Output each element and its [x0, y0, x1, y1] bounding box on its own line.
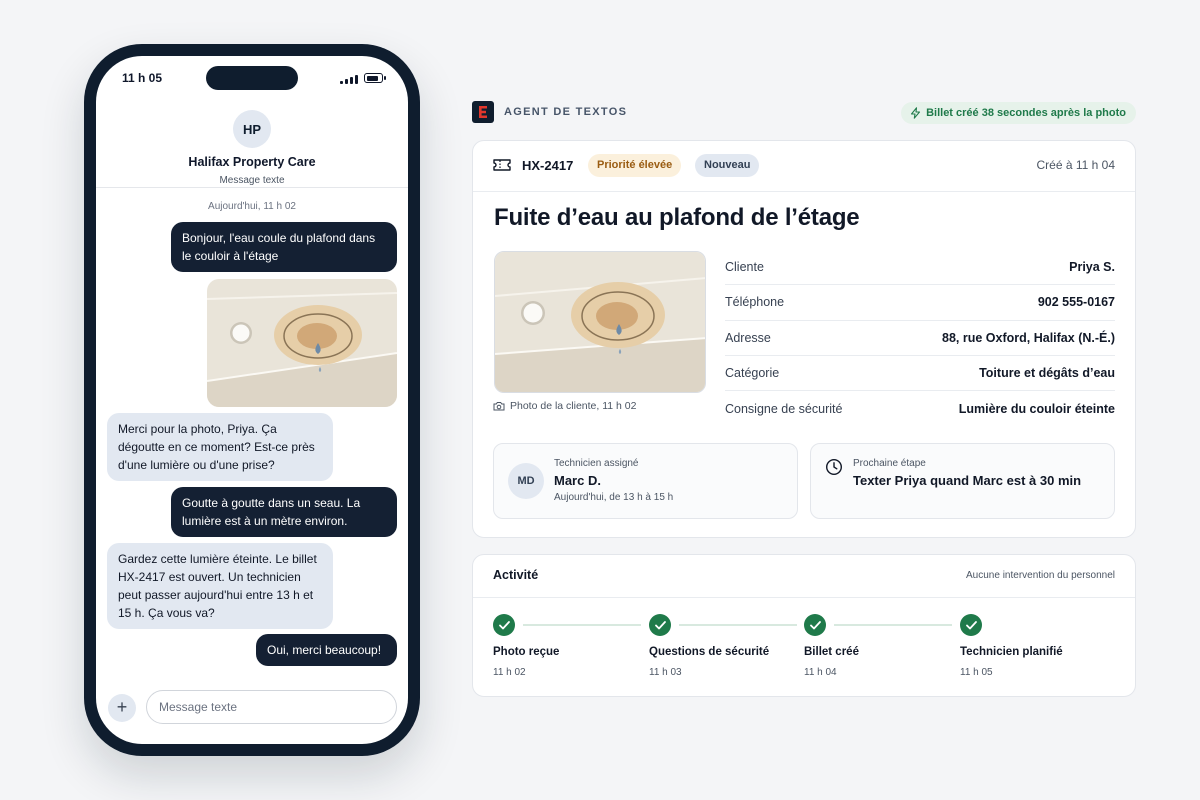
contact-avatar[interactable]: HP	[233, 110, 271, 148]
message-outgoing: Oui, merci beaucoup!	[256, 634, 397, 666]
phone-screen: 11 h 05 HP Halifax Property Care Message…	[96, 56, 408, 744]
check-icon	[804, 614, 826, 636]
ticket-photo[interactable]	[494, 251, 706, 393]
next-step-value: Texter Priya quand Marc est à 30 min	[853, 473, 1082, 488]
technician-card[interactable]: MD Technicien assigné Marc D. Aujourd'hu…	[493, 443, 798, 519]
signal-icon	[340, 74, 358, 84]
contact-subtitle: Message texte	[219, 175, 285, 186]
activity-header: Activité Aucune intervention du personne…	[473, 555, 1135, 598]
created-speed-text: Billet créé 38 secondes après la photo	[926, 107, 1126, 119]
logo-mark	[479, 106, 487, 118]
step-label: Billet créé	[804, 646, 859, 658]
message-incoming: Gardez cette lumière éteinte. Le billet …	[107, 543, 333, 629]
leak-photo-image	[495, 252, 705, 392]
ticket-icon	[493, 159, 511, 171]
activity-card: Activité Aucune intervention du personne…	[472, 554, 1136, 697]
detail-row: Catégorie Toiture et dégâts d’eau	[725, 356, 1115, 392]
photo-caption: Photo de la cliente, 11 h 02	[493, 400, 636, 412]
activity-step: Questions de sécurité 11 h 03	[649, 614, 804, 678]
next-step-card[interactable]: Prochaine étape Texter Priya quand Marc …	[810, 443, 1115, 519]
priority-badge: Priorité élevée	[588, 154, 682, 177]
step-connector	[834, 624, 952, 626]
ticket-card: HX-2417 Priorité élevée Nouveau Créé à 1…	[472, 140, 1136, 538]
detail-value[interactable]: 902 555-0167	[1038, 295, 1115, 309]
detail-row: Consigne de sécurité Lumière du couloir …	[725, 391, 1115, 426]
detail-row: Téléphone 902 555-0167	[725, 285, 1115, 321]
activity-step: Photo reçue 11 h 02	[493, 614, 648, 678]
step-label: Questions de sécurité	[649, 646, 770, 658]
ticket-details: Cliente Priya S. Téléphone 902 555-0167 …	[725, 250, 1115, 426]
step-time: 11 h 02	[493, 667, 526, 678]
bolt-icon	[911, 107, 921, 119]
detail-row: Adresse 88, rue Oxford, Halifax (N.-É.)	[725, 321, 1115, 356]
check-icon	[649, 614, 671, 636]
battery-icon	[364, 73, 383, 83]
battery-tip	[384, 76, 386, 80]
ticket-card-header: HX-2417 Priorité élevée Nouveau Créé à 1…	[473, 141, 1135, 192]
status-badge: Nouveau	[695, 154, 760, 177]
message-outgoing: Goutte à goutte dans un seau. La lumière…	[171, 487, 397, 537]
message-photo[interactable]	[207, 279, 397, 407]
technician-label: Technicien assigné	[554, 458, 639, 469]
detail-value: 88, rue Oxford, Halifax (N.-É.)	[942, 330, 1115, 345]
step-time: 11 h 04	[804, 667, 837, 678]
activity-step: Billet créé 11 h 04	[804, 614, 959, 678]
activity-note: Aucune intervention du personnel	[966, 570, 1115, 581]
leak-photo-image	[207, 279, 397, 407]
step-time: 11 h 03	[649, 667, 682, 678]
activity-step: Technicien planifié 11 h 05	[960, 614, 1115, 678]
step-connector	[679, 624, 797, 626]
ticket-created-time: Créé à 11 h 04	[1036, 158, 1116, 172]
camera-icon	[493, 402, 505, 411]
phone-mockup: 11 h 05 HP Halifax Property Care Message…	[84, 44, 420, 756]
step-label: Technicien planifié	[960, 646, 1063, 658]
agent-header: AGENT DE TEXTOS Billet créé 38 secondes …	[472, 100, 1136, 126]
detail-label: Consigne de sécurité	[725, 401, 843, 416]
message-outgoing: Bonjour, l'eau coule du plafond dans le …	[171, 222, 397, 272]
message-input[interactable]	[146, 690, 397, 724]
detail-label: Téléphone	[725, 295, 785, 310]
technician-name: Marc D.	[554, 473, 601, 488]
header-divider	[96, 187, 408, 188]
detail-label: Adresse	[725, 330, 771, 345]
clock-icon	[825, 458, 843, 476]
step-connector	[523, 624, 641, 626]
next-step-label: Prochaine étape	[853, 458, 926, 469]
detail-label: Cliente	[725, 260, 764, 275]
detail-label: Catégorie	[725, 366, 780, 381]
dynamic-island	[206, 66, 298, 90]
status-time: 11 h 05	[122, 71, 163, 85]
contact-name: Halifax Property Care	[188, 155, 316, 169]
detail-row: Cliente Priya S.	[725, 250, 1115, 286]
photo-caption-text: Photo de la cliente, 11 h 02	[510, 400, 637, 412]
brand-logo-icon	[472, 101, 494, 123]
step-time: 11 h 05	[960, 667, 993, 678]
day-stamp: Aujourd'hui, 11 h 02	[208, 201, 296, 212]
plus-icon[interactable]: +	[108, 694, 136, 722]
created-speed-badge: Billet créé 38 secondes après la photo	[901, 102, 1136, 124]
technician-avatar: MD	[508, 463, 544, 499]
message-incoming: Merci pour la photo, Priya. Ça dégoutte …	[107, 413, 333, 481]
check-icon	[960, 614, 982, 636]
detail-value: Toiture et dégâts d’eau	[979, 366, 1115, 381]
detail-value: Priya S.	[1069, 260, 1115, 275]
ticket-title: Fuite d’eau au plafond de l’étage	[494, 204, 860, 231]
contact-header: HP Halifax Property Care Message texte	[96, 110, 408, 186]
check-icon	[493, 614, 515, 636]
activity-title: Activité	[493, 568, 539, 582]
technician-window: Aujourd'hui, de 13 h à 15 h	[554, 492, 674, 503]
agent-title: AGENT DE TEXTOS	[504, 106, 628, 118]
detail-value: Lumière du couloir éteinte	[958, 401, 1115, 416]
ticket-id: HX-2417	[522, 158, 574, 173]
message-composer: +	[96, 690, 408, 726]
step-label: Photo reçue	[493, 646, 560, 658]
